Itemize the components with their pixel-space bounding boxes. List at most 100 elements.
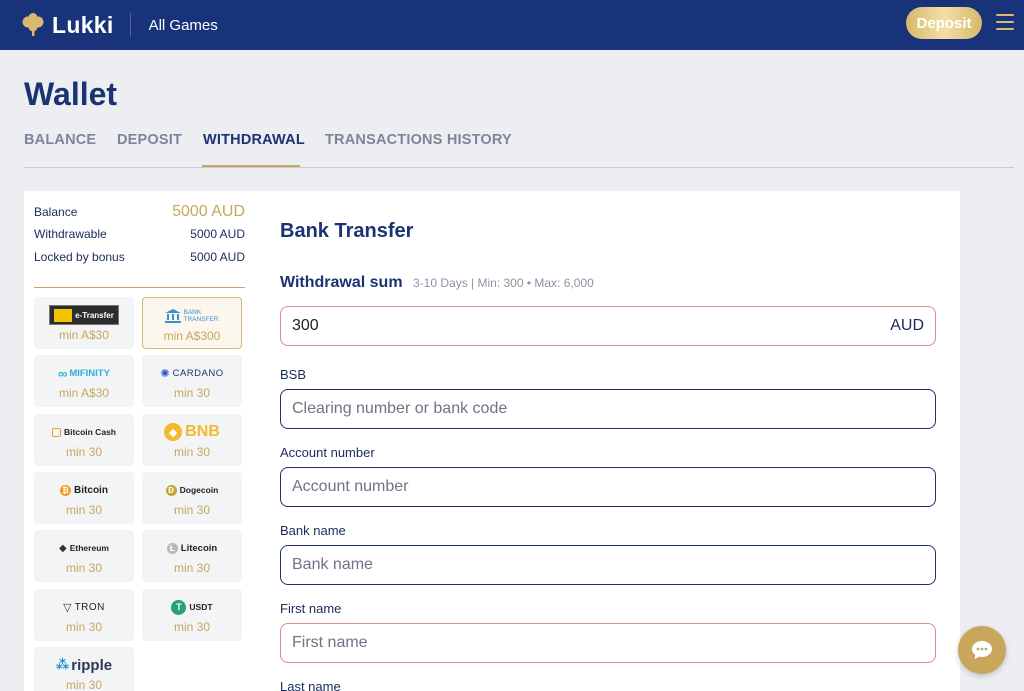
- method-min: min 30: [65, 503, 103, 517]
- tab-balance[interactable]: BALANCE: [24, 132, 96, 148]
- method-etransfer[interactable]: e-Transfer min A$30: [34, 297, 134, 349]
- etransfer-name: e-Transfer: [75, 310, 114, 320]
- ripple-name: ripple: [71, 656, 113, 674]
- balance-summary: Balance 5000 AUD Withdrawable 5000 AUD L…: [34, 203, 245, 274]
- header-divider: [129, 13, 131, 37]
- bsb-field[interactable]: [280, 389, 936, 429]
- dogecoin-name: Dogecoin: [179, 485, 219, 495]
- cardano-icon: ✺: [160, 367, 170, 380]
- account-number-input[interactable]: [292, 478, 924, 496]
- method-mifinity[interactable]: ∞ MIFINITY min A$30: [34, 355, 134, 407]
- summary-divider: [34, 287, 245, 288]
- last-name-label: Last name: [280, 679, 341, 691]
- ripple-logo: ⁂ ripple: [34, 655, 134, 675]
- balance-value: 5000 AUD: [172, 203, 245, 220]
- top-bar: Lukki All Games Deposit: [0, 0, 1024, 50]
- hamburger-menu-icon[interactable]: [996, 14, 1014, 30]
- litecoin-name: Litecoin: [180, 542, 218, 554]
- balance-label: Balance: [34, 205, 78, 219]
- method-min: min A$30: [58, 386, 110, 400]
- infinity-icon: ∞: [58, 365, 68, 381]
- cardano-name: CARDANO: [172, 367, 224, 379]
- method-usdt[interactable]: T USDT min 30: [142, 589, 242, 641]
- first-name-label: First name: [280, 601, 342, 616]
- withdrawal-panel: Balance 5000 AUD Withdrawable 5000 AUD L…: [24, 191, 960, 691]
- nav-all-games[interactable]: All Games: [149, 17, 218, 34]
- locked-value: 5000 AUD: [190, 250, 245, 264]
- method-min: min A$300: [163, 329, 221, 343]
- account-number-label: Account number: [280, 445, 375, 460]
- method-bitcoin-cash[interactable]: Bitcoin Cash min 30: [34, 414, 134, 466]
- chat-button[interactable]: [958, 626, 1006, 674]
- bitcoin-icon: ₿: [60, 484, 72, 496]
- account-number-field[interactable]: [280, 467, 936, 507]
- method-dogecoin[interactable]: Ð Dogecoin min 30: [142, 472, 242, 524]
- usdt-name: USDT: [189, 602, 213, 612]
- mifinity-logo: ∞ MIFINITY: [34, 363, 134, 383]
- ethereum-logo: ◆ Ethereum: [34, 538, 134, 558]
- method-litecoin[interactable]: Ł Litecoin min 30: [142, 530, 242, 582]
- mifinity-name: MIFINITY: [69, 367, 110, 379]
- withdrawal-sum-input[interactable]: [292, 317, 883, 335]
- locked-label: Locked by bonus: [34, 250, 125, 264]
- usdt-logo: T USDT: [142, 597, 242, 617]
- method-cardano[interactable]: ✺ CARDANO min 30: [142, 355, 242, 407]
- method-min: min 30: [65, 561, 103, 575]
- method-min: min A$30: [58, 328, 110, 342]
- ripple-icon: ⁂: [55, 657, 70, 672]
- bank-name-input[interactable]: [292, 556, 924, 574]
- tab-transactions-history[interactable]: TRANSACTIONS HISTORY: [325, 132, 512, 148]
- bsb-label: BSB: [280, 367, 307, 382]
- page-title: Wallet: [24, 76, 118, 112]
- etransfer-logo: e-Transfer: [34, 305, 134, 325]
- tron-icon: ▽: [63, 601, 72, 614]
- bank-name-label: Bank name: [280, 523, 346, 538]
- active-tab-underline: [202, 165, 300, 167]
- method-bnb[interactable]: ◆ BNB min 30: [142, 414, 242, 466]
- method-min: min 30: [65, 445, 103, 459]
- deposit-button[interactable]: Deposit: [906, 7, 982, 39]
- withdrawable-row: Withdrawable 5000 AUD: [34, 227, 245, 251]
- dogecoin-logo: Ð Dogecoin: [142, 480, 242, 500]
- locked-row: Locked by bonus 5000 AUD: [34, 250, 245, 274]
- first-name-input[interactable]: [292, 634, 924, 652]
- method-min: min 30: [65, 678, 103, 691]
- method-min: min 30: [173, 561, 211, 575]
- bank-transfer-name: BANK TRANSFER: [183, 309, 219, 323]
- bitcoin-cash-name: Bitcoin Cash: [64, 427, 116, 437]
- method-tron[interactable]: ▽ TRON min 30: [34, 589, 134, 641]
- tron-name: TRON: [74, 601, 105, 613]
- logo[interactable]: Lukki: [20, 0, 114, 50]
- bnb-logo: ◆ BNB: [142, 422, 242, 442]
- tab-withdrawal[interactable]: WITHDRAWAL: [203, 132, 305, 148]
- method-min: min 30: [173, 386, 211, 400]
- method-ethereum[interactable]: ◆ Ethereum min 30: [34, 530, 134, 582]
- form-title: Bank Transfer: [280, 220, 414, 242]
- brand-name: Lukki: [52, 11, 114, 38]
- bank-name-field[interactable]: [280, 545, 936, 585]
- ethereum-icon: ◆: [59, 542, 67, 554]
- withdrawable-value: 5000 AUD: [190, 226, 245, 241]
- bitcoin-logo: ₿ Bitcoin: [34, 480, 134, 500]
- cardano-logo: ✺ CARDANO: [142, 363, 242, 383]
- bitcoin-name: Bitcoin: [74, 484, 108, 496]
- first-name-field[interactable]: [280, 623, 936, 663]
- withdrawal-sum-hint: 3-10 Days | Min: 300 • Max: 6,000: [413, 276, 594, 290]
- withdrawal-sum-label: Withdrawal sum: [280, 274, 403, 291]
- clover-icon: [22, 13, 44, 36]
- bsb-input[interactable]: [292, 400, 924, 418]
- method-ripple[interactable]: ⁂ ripple min 30: [34, 647, 134, 691]
- chat-bubble-icon: [972, 641, 992, 659]
- wallet-tabs: BALANCE DEPOSIT WITHDRAWAL TRANSACTIONS …: [24, 126, 1014, 168]
- withdrawal-sum-field[interactable]: AUD: [280, 306, 936, 346]
- tron-logo: ▽ TRON: [34, 597, 134, 617]
- bnb-name: BNB: [185, 423, 220, 440]
- ethereum-name: Ethereum: [69, 543, 109, 553]
- tab-deposit[interactable]: DEPOSIT: [117, 132, 182, 148]
- dogecoin-icon: Ð: [165, 484, 177, 496]
- method-bitcoin[interactable]: ₿ Bitcoin min 30: [34, 472, 134, 524]
- bitcoin-cash-icon: [52, 427, 62, 437]
- litecoin-icon: Ł: [166, 542, 178, 554]
- method-min: min 30: [173, 620, 211, 634]
- method-bank-transfer[interactable]: BANK TRANSFER min A$300: [142, 297, 242, 349]
